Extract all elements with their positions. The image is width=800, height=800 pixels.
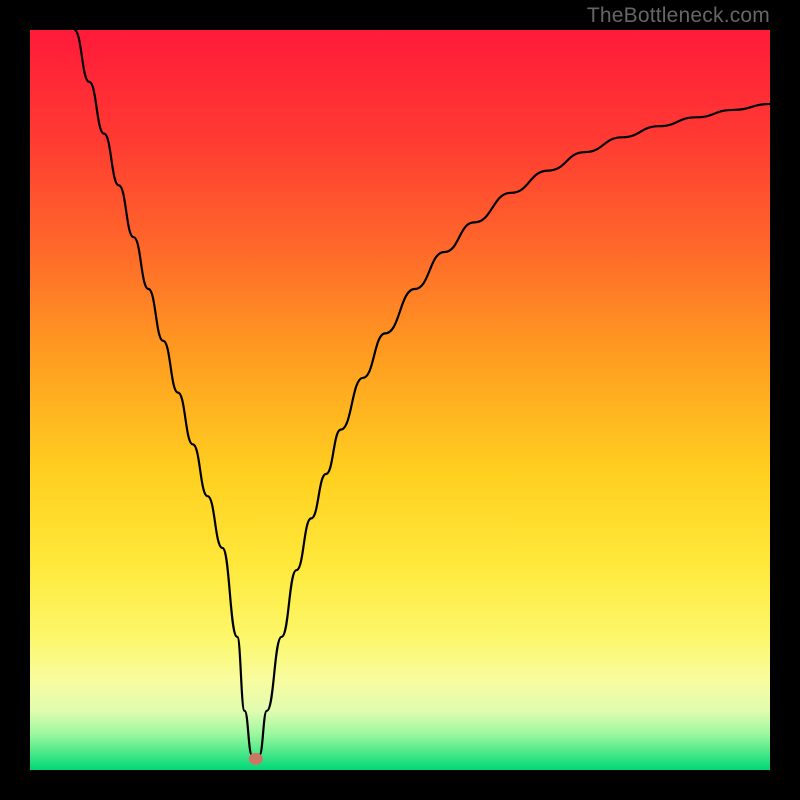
gradient-background <box>30 30 770 770</box>
chart-plot-area <box>30 30 770 770</box>
optimal-marker <box>249 753 263 765</box>
bottleneck-chart <box>30 30 770 770</box>
watermark-text: TheBottleneck.com <box>587 4 770 28</box>
